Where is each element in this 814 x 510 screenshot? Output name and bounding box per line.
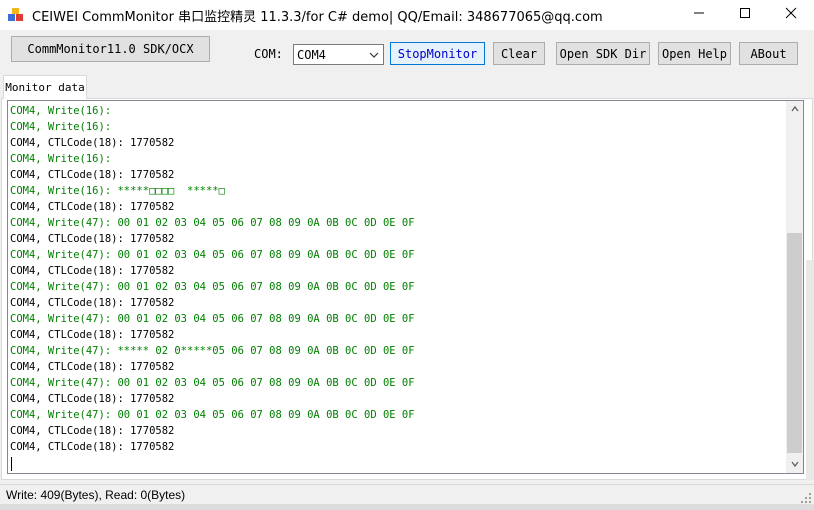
background-window-edge [806,260,814,480]
log-line: COM4, CTLCode(18): 1770582 [10,297,175,309]
about-button[interactable]: ABout [739,42,798,65]
log-line: COM4, Write(47): 00 01 02 03 04 05 06 07… [10,281,415,293]
log-line: COM4, Write(16): *****□□□□ *****□ [10,185,225,197]
log-line: COM4, CTLCode(18): 1770582 [10,265,175,277]
log-line: COM4, CTLCode(18): 1770582 [10,425,175,437]
log-line: COM4, CTLCode(18): 1770582 [10,137,175,149]
log-line: COM4, Write(16): [10,105,112,117]
stop-monitor-button[interactable]: StopMonitor [390,42,485,65]
log-line: COM4, CTLCode(18): 1770582 [10,361,175,373]
log-line: COM4, Write(47): 00 01 02 03 04 05 06 07… [10,409,415,421]
vertical-scrollbar[interactable] [786,101,803,473]
scroll-thumb[interactable] [787,233,802,453]
log-line: COM4, Write(47): 00 01 02 03 04 05 06 07… [10,377,415,389]
log-line: COM4, CTLCode(18): 1770582 [10,233,175,245]
com-port-select[interactable]: COM4 [293,44,384,65]
app-icon [8,8,24,22]
log-line: COM4, CTLCode(18): 1770582 [10,441,175,453]
status-text: Write: 409(Bytes), Read: 0(Bytes) [6,488,186,502]
log-line: COM4, CTLCode(18): 1770582 [10,169,175,181]
clear-button[interactable]: Clear [493,42,545,65]
minimize-icon [693,6,705,24]
title-bar: CEIWEI CommMonitor 串口监控精灵 11.3.3/for C# … [0,0,814,30]
scroll-up-button[interactable] [786,101,803,118]
resize-grip-icon[interactable] [800,491,812,503]
close-icon [785,6,797,24]
close-button[interactable] [768,0,814,30]
com-label: COM: [254,47,283,61]
log-line: COM4, Write(47): 00 01 02 03 04 05 06 07… [10,217,415,229]
log-line: COM4, Write(16): [10,121,112,133]
maximize-icon [739,6,751,24]
log-line: COM4, CTLCode(18): 1770582 [10,393,175,405]
log-line: COM4, Write(47): 00 01 02 03 04 05 06 07… [10,249,415,261]
log-line: COM4, Write(16): [10,153,112,165]
log-line: COM4, CTLCode(18): 1770582 [10,329,175,341]
log-line: COM4, Write(47): 00 01 02 03 04 05 06 07… [10,313,415,325]
background-window-edge [0,504,814,510]
log-lines: COM4, Write(16): COM4, Write(16): COM4, CT… [10,103,415,455]
log-line: COM4, Write(47): ***** 02 0*****05 06 07… [10,345,415,357]
monitor-log[interactable]: COM4, Write(16): COM4, Write(16): COM4, CT… [7,100,804,474]
maximize-button[interactable] [722,0,768,30]
text-caret [11,457,12,471]
log-line: COM4, CTLCode(18): 1770582 [10,201,175,213]
scroll-down-button[interactable] [786,456,803,473]
window-title: CEIWEI CommMonitor 串口监控精灵 11.3.3/for C# … [32,10,603,25]
com-port-value: COM4 [297,48,326,62]
status-bar: Write: 409(Bytes), Read: 0(Bytes) [0,484,814,505]
chevron-down-icon [790,456,800,474]
sdk-ocx-button[interactable]: CommMonitor11.0 SDK/OCX [11,36,210,62]
open-sdk-dir-button[interactable]: Open SDK Dir [556,42,650,65]
chevron-up-icon [790,101,800,119]
chevron-down-icon [368,49,380,61]
open-help-button[interactable]: Open Help [658,42,731,65]
minimize-button[interactable] [676,0,722,30]
tab-monitor-data[interactable]: Monitor data [3,75,87,99]
